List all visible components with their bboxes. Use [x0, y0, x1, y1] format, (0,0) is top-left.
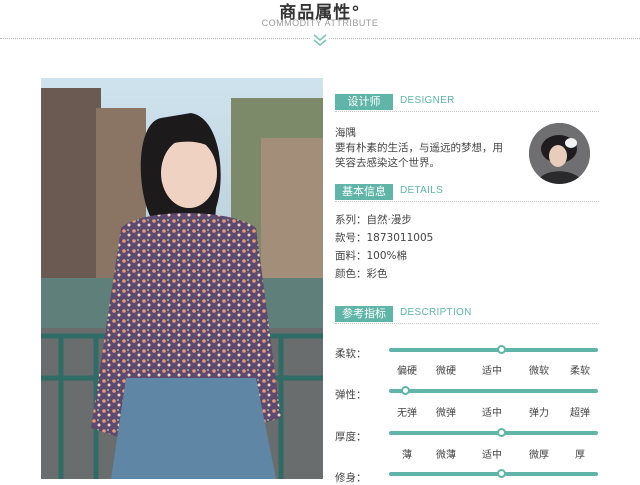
designer-en: DESIGNER: [400, 95, 455, 106]
description-tag: 参考指标: [335, 306, 393, 322]
indicator-tick-label: 适中: [482, 366, 502, 377]
details-en: DETAILS: [400, 185, 444, 196]
page-subtitle: COMMODITY ATTRIBUTE: [261, 18, 379, 28]
chevron-down-icon: [311, 33, 329, 47]
details-section-header: 基本信息 DETAILS: [335, 184, 599, 202]
indicator-tick-label: 适中: [482, 450, 502, 461]
designer-tag: 设计师: [335, 94, 393, 110]
section-divider: [335, 323, 599, 324]
product-photo: [41, 78, 323, 479]
indicator-tick-label: 柔软: [570, 366, 590, 377]
detail-series: 系列：自然·漫步: [335, 214, 412, 226]
indicator-tick-label: 微硬: [436, 366, 456, 377]
indicator-tick-label: 微薄: [436, 450, 456, 461]
section-divider: [335, 201, 599, 202]
indicator-tick-label: 无弹: [397, 408, 417, 419]
designer-name: 海隅: [335, 127, 356, 139]
indicator-tick-label: 微弹: [436, 408, 456, 419]
indicator-tick-label: 适中: [482, 408, 502, 419]
indicator-tick-label: 薄: [402, 450, 412, 461]
indicator-track: [389, 345, 598, 354]
detail-code: 款号：1873011005: [335, 232, 434, 244]
indicator-tick-label: 微软: [529, 366, 549, 377]
designer-section-header: 设计师 DESIGNER: [335, 94, 599, 112]
indicator-knob: [496, 428, 506, 437]
avatar: [529, 123, 590, 184]
description-en: DESCRIPTION: [400, 307, 472, 318]
indicator-tick-label: 微厚: [529, 450, 549, 461]
indicator-track: [389, 428, 598, 437]
indicator-track: [389, 386, 598, 395]
indicator-knob: [496, 345, 506, 354]
indicator-tick-label: 厚: [575, 450, 585, 461]
designer-bio-line1: 要有朴素的生活，与遥远的梦想，用: [335, 142, 503, 154]
indicator-label: 弹性：: [335, 389, 367, 401]
indicator-label: 修身：: [335, 472, 367, 484]
detail-color: 颜色：彩色: [335, 268, 388, 280]
details-tag: 基本信息: [335, 184, 393, 200]
detail-fabric: 面料：100%棉: [335, 250, 408, 262]
description-section-header: 参考指标 DESCRIPTION: [335, 306, 599, 324]
indicator-tick-label: 超弹: [570, 408, 590, 419]
indicator-knob: [401, 386, 410, 395]
section-divider: [335, 111, 599, 112]
designer-bio-line2: 笑容去感染这个世界。: [335, 157, 440, 169]
indicator-label: 厚度：: [335, 431, 367, 443]
indicator-tick-label: 弹力: [529, 408, 549, 419]
indicator-knob: [496, 469, 506, 478]
indicator-label: 柔软：: [335, 348, 367, 360]
indicator-tick-label: 偏硬: [397, 366, 417, 377]
indicator-track: [389, 469, 598, 478]
